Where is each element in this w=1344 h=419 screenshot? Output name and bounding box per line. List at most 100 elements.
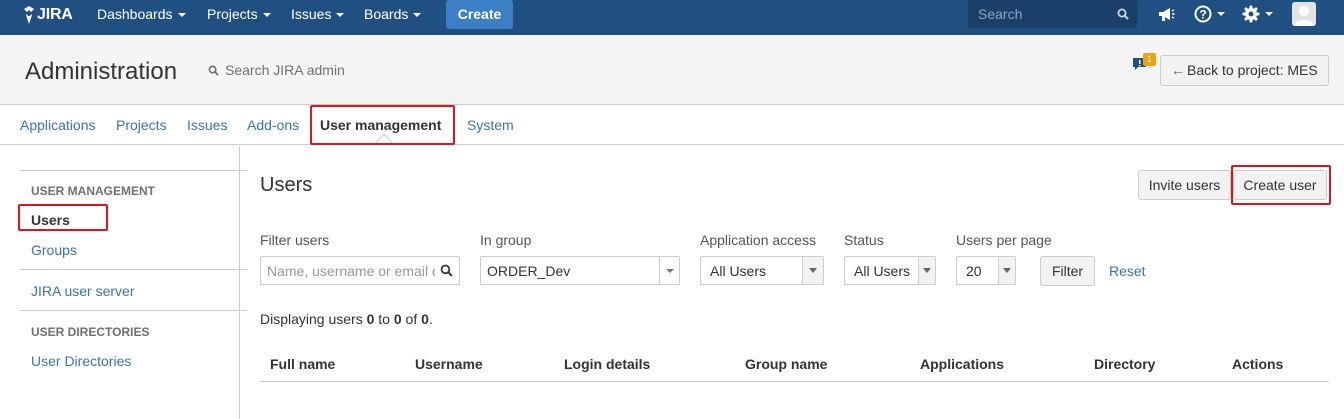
sidebar-divider	[20, 310, 247, 311]
display-count-to: 0	[393, 311, 402, 327]
display-count-text: Displaying users 0 to 0 of 0.	[260, 311, 433, 327]
gear-icon	[1242, 5, 1260, 23]
help-menu[interactable]: ?	[1194, 5, 1225, 23]
chevron-down-icon	[413, 13, 422, 18]
tab-system[interactable]: System	[467, 117, 514, 133]
display-count-total: 0	[421, 311, 429, 327]
tab-issues[interactable]: Issues	[187, 117, 227, 133]
quick-search-input[interactable]: Search	[968, 0, 1137, 28]
nav-dashboards[interactable]: Dashboards	[97, 0, 186, 30]
in-group-value: ORDER_Dev	[487, 263, 571, 279]
sidebar-divider	[20, 269, 247, 270]
admin-search-label: Search JIRA admin	[225, 62, 345, 78]
status-select[interactable]: All Users	[844, 256, 936, 285]
invite-users-button[interactable]: Invite users	[1138, 170, 1231, 200]
notifications-button[interactable]: 1	[1132, 53, 1156, 75]
chevron-down-icon	[923, 268, 931, 273]
sidebar-divider	[20, 170, 247, 171]
admin-tabs: Applications Projects Issues Add-ons Use…	[0, 106, 1344, 151]
nav-issues[interactable]: Issues	[291, 0, 345, 30]
application-access-label: Application access	[700, 232, 816, 248]
status-dropdown-toggle[interactable]	[918, 257, 935, 284]
help-icon: ?	[1194, 5, 1212, 23]
create-user-button[interactable]: Create user	[1233, 170, 1327, 200]
status-value: All Users	[854, 263, 911, 279]
users-per-page-dropdown-toggle[interactable]	[998, 257, 1015, 284]
sidebar-item-users[interactable]: Users	[31, 212, 70, 228]
column-header-group-name: Group name	[745, 356, 828, 372]
display-count-prefix: Displaying users	[260, 311, 367, 327]
chevron-down-icon	[336, 13, 345, 18]
top-navigation-bar: JIRA Dashboards Projects Issues Boards C…	[0, 0, 1344, 35]
megaphone-icon[interactable]	[1157, 6, 1175, 23]
sidebar-item-user-directories[interactable]: User Directories	[31, 353, 131, 369]
create-issue-button[interactable]: Create	[446, 0, 513, 29]
filter-button[interactable]: Filter	[1040, 256, 1095, 286]
search-icon	[208, 65, 219, 76]
nav-boards[interactable]: Boards	[364, 0, 422, 30]
tab-user-management[interactable]: User management	[320, 117, 441, 133]
users-table-header: Full name Username Login details Group n…	[260, 348, 1329, 382]
column-header-full-name[interactable]: Full name	[270, 356, 335, 372]
filter-users-input[interactable]: Name, username or email d	[260, 256, 460, 285]
notification-count-badge: 1	[1143, 53, 1156, 66]
in-group-dropdown-toggle[interactable]	[659, 257, 679, 284]
page-title: Administration	[25, 58, 178, 85]
nav-dashboards-label: Dashboards	[97, 6, 173, 22]
svg-text:?: ?	[1199, 8, 1206, 22]
in-group-label: In group	[480, 232, 532, 248]
quick-search-placeholder: Search	[978, 6, 1023, 22]
application-access-select[interactable]: All Users	[700, 256, 824, 285]
user-icon	[1292, 2, 1316, 26]
status-label: Status	[844, 232, 884, 248]
application-access-dropdown-toggle[interactable]	[802, 257, 823, 284]
back-to-project-button[interactable]: ← Back to project: MES	[1160, 55, 1329, 86]
users-page-heading: Users	[260, 174, 313, 196]
admin-settings-menu[interactable]	[1242, 5, 1273, 23]
column-header-applications: Applications	[920, 356, 1005, 372]
tab-applications[interactable]: Applications	[20, 117, 96, 133]
nav-projects[interactable]: Projects	[207, 0, 271, 30]
active-tab-pointer	[375, 133, 393, 151]
display-count-to-word: to	[374, 311, 394, 327]
nav-projects-label: Projects	[207, 6, 258, 22]
tab-add-ons[interactable]: Add-ons	[247, 117, 299, 133]
in-group-select[interactable]: ORDER_Dev	[480, 256, 680, 285]
chevron-down-icon	[177, 13, 186, 18]
arrow-left-icon: ←	[1171, 62, 1185, 78]
jira-logo-text: JIRA	[37, 6, 73, 23]
users-per-page-label: Users per page	[956, 232, 1052, 248]
filter-users-label: Filter users	[260, 232, 330, 248]
back-to-project-label: Back to project: MES	[1187, 62, 1318, 78]
users-per-page-value: 20	[966, 263, 982, 279]
filter-users-placeholder: Name, username or email d	[267, 263, 435, 279]
nav-boards-label: Boards	[364, 6, 409, 22]
jira-logo[interactable]: JIRA	[22, 5, 73, 25]
admin-search-trigger[interactable]: Search JIRA admin	[208, 62, 345, 78]
admin-header: Administration Search JIRA admin 1 ← Bac…	[0, 35, 1344, 105]
sidebar-item-jira-user-server[interactable]: JIRA user server	[31, 283, 134, 299]
jira-logo-icon	[24, 6, 34, 24]
nav-issues-label: Issues	[291, 6, 332, 22]
users-per-page-select[interactable]: 20	[956, 256, 1016, 285]
column-header-login-details: Login details	[564, 356, 651, 372]
chevron-down-icon	[666, 269, 674, 273]
application-access-value: All Users	[710, 263, 767, 279]
tab-projects[interactable]: Projects	[116, 117, 167, 133]
chevron-down-icon	[1003, 268, 1011, 273]
search-icon	[440, 264, 453, 277]
reset-link[interactable]: Reset	[1109, 263, 1146, 279]
display-count-of-word: of	[401, 311, 422, 327]
user-avatar[interactable]	[1292, 2, 1316, 26]
chevron-down-icon	[1265, 12, 1273, 17]
sidebar: USER MANAGEMENT Users Groups JIRA user s…	[0, 146, 247, 419]
sidebar-heading-user-management: USER MANAGEMENT	[31, 184, 156, 198]
chevron-down-icon	[809, 268, 817, 273]
column-header-username[interactable]: Username	[415, 356, 483, 372]
column-header-directory: Directory	[1094, 356, 1156, 372]
column-header-actions: Actions	[1232, 356, 1284, 372]
chevron-down-icon	[262, 13, 271, 18]
sidebar-heading-user-directories: USER DIRECTORIES	[31, 325, 150, 339]
sidebar-item-groups[interactable]: Groups	[31, 242, 77, 258]
search-icon	[1117, 8, 1129, 20]
